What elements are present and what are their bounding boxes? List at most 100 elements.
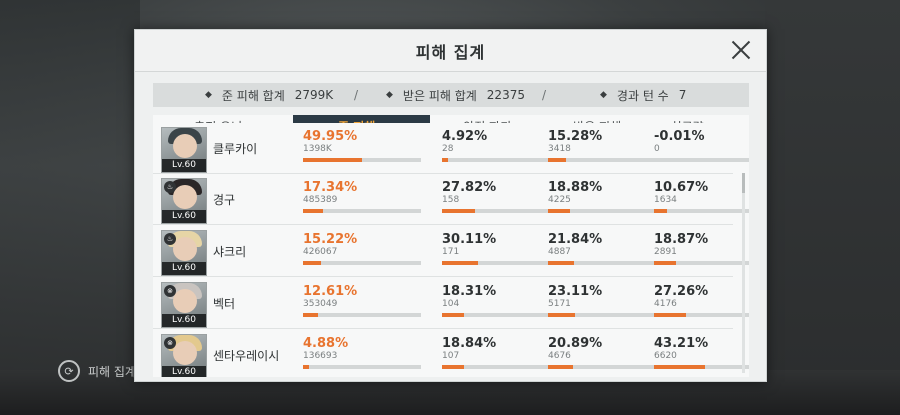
dialog-header: 피해 집계 [135, 30, 766, 72]
cell-heal: -0.01% 0 [654, 129, 749, 162]
cell-stab: 18.84% 107 [442, 336, 560, 369]
unit-name: 클루카이 [213, 142, 258, 156]
progress-fill [303, 365, 309, 369]
summary-turns: ◆ 경과 턴 수 7 [600, 87, 686, 104]
table-row[interactable]: ⊗ Lv.60 벡터 12.61% 353049 18.31% 104 23.11% 5171 2… [153, 278, 749, 329]
stats-table: 출전 유닛⇕ 준 피해⇕ 안정 파괴⇕ 받은 피해⇕ 치료량⇕ Lv.60클루카… [153, 115, 749, 377]
percent-value: 27.26% [654, 284, 709, 299]
unit-name: 벡터 [213, 297, 236, 311]
scrollbar[interactable] [742, 173, 745, 373]
progress-fill [654, 313, 687, 317]
class-icon: ⊗ [164, 285, 176, 297]
table-row[interactable]: Lv.60 클루카이 49.95% 1398K 4.92% 28 15.28% 3418 -0.… [153, 123, 749, 174]
progress-fill [548, 313, 576, 317]
table-row[interactable]: ♨ Lv.60 경구 17.34% 485389 27.82% 158 18.88% 4225 1… [153, 174, 749, 225]
scrollbar-thumb[interactable] [742, 173, 745, 193]
raw-value: 4887 [548, 247, 571, 257]
raw-value: 4676 [548, 351, 571, 361]
percent-value: 17.34% [303, 180, 358, 195]
cell-heal: 27.26% 4176 [654, 284, 749, 317]
raw-value: 104 [442, 299, 460, 309]
percent-value: 27.82% [442, 180, 497, 195]
raw-value: 1398K [303, 144, 332, 154]
level-badge: Lv.60 [162, 159, 206, 172]
avatar-face [173, 134, 197, 158]
cell-taken: 23.11% 5171 [548, 284, 666, 317]
percent-value: 15.22% [303, 232, 358, 247]
raw-value: 28 [442, 144, 454, 154]
summary-taken-value: 22375 [486, 88, 525, 102]
table-row[interactable]: ⊗ Lv.60 센타우레이시 4.88% 136693 18.84% 107 20.89% 46… [153, 330, 749, 377]
raw-value: 171 [442, 247, 460, 257]
progress-fill [548, 365, 573, 369]
percent-value: 30.11% [442, 232, 497, 247]
cell-stab: 4.92% 28 [442, 129, 560, 162]
cell-stab: 30.11% 171 [442, 232, 560, 265]
diamond-icon: ◆ [386, 90, 393, 100]
cell-heal: 43.21% 6620 [654, 336, 749, 369]
percent-value: 10.67% [654, 180, 709, 195]
raw-value: 2891 [654, 247, 677, 257]
avatar-face [173, 341, 197, 365]
cell-dealt: 12.61% 353049 [303, 284, 421, 317]
raw-value: 4225 [548, 195, 571, 205]
raw-value: 353049 [303, 299, 338, 309]
class-icon: ♨ [164, 233, 176, 245]
summary-turns-label: 경과 턴 수 [616, 88, 669, 103]
summary-dealt: ◆ 준 피해 합계 2799K [205, 87, 333, 104]
summary-separator: / [354, 88, 359, 102]
progress-fill [442, 313, 464, 317]
progress-bar [548, 365, 666, 369]
progress-fill [303, 313, 318, 317]
unit-name: 샤크리 [213, 245, 247, 259]
percent-value: 18.84% [442, 336, 497, 351]
progress-bar [654, 261, 749, 265]
refresh-icon: ⟳ [58, 360, 80, 382]
raw-value: 426067 [303, 247, 338, 257]
unit-name: 경구 [213, 193, 236, 207]
progress-fill [654, 209, 667, 213]
summary-dealt-value: 2799K [294, 88, 334, 102]
raw-value: 485389 [303, 195, 338, 205]
level-badge: Lv.60 [162, 210, 206, 223]
cell-taken: 20.89% 4676 [548, 336, 666, 369]
raw-value: 1634 [654, 195, 677, 205]
percent-value: 4.88% [303, 336, 349, 351]
percent-value: 23.11% [548, 284, 603, 299]
cell-stab: 18.31% 104 [442, 284, 560, 317]
level-badge: Lv.60 [162, 366, 206, 377]
progress-bar [303, 365, 421, 369]
background-right [765, 0, 900, 415]
progress-bar [442, 158, 560, 162]
progress-bar [442, 261, 560, 265]
dialog-title: 피해 집계 [415, 42, 486, 62]
diamond-icon: ◆ [600, 90, 607, 100]
summary-separator: / [542, 88, 547, 102]
cell-taken: 18.88% 4225 [548, 180, 666, 213]
cell-heal: 18.87% 2891 [654, 232, 749, 265]
cell-dealt: 49.95% 1398K [303, 129, 421, 162]
background-damage-stats-button[interactable]: ⟳ 피해 집계 [58, 360, 136, 382]
raw-value: 0 [654, 144, 660, 154]
progress-bar [654, 365, 749, 369]
diamond-icon: ◆ [205, 90, 212, 100]
table-row[interactable]: ♨ Lv.60 샤크리 15.22% 426067 30.11% 171 21.84% 4887… [153, 226, 749, 277]
avatar-face [173, 185, 197, 209]
progress-bar [303, 209, 421, 213]
raw-value: 5171 [548, 299, 571, 309]
progress-fill [548, 158, 567, 162]
avatar: Lv.60 [161, 127, 207, 173]
avatar-face [173, 237, 197, 261]
cell-dealt: 17.34% 485389 [303, 180, 421, 213]
damage-stats-dialog: 피해 집계 ◆ 준 피해 합계 2799K / ◆ 받은 피해 합계 22375… [134, 29, 767, 382]
background-left [0, 0, 140, 415]
summary-dealt-label: 준 피해 합계 [221, 88, 285, 103]
raw-value: 158 [442, 195, 460, 205]
close-icon[interactable] [728, 37, 754, 63]
progress-bar [303, 158, 421, 162]
unit-name: 센타우레이시 [213, 349, 280, 363]
progress-bar [548, 158, 666, 162]
percent-value: 18.87% [654, 232, 709, 247]
progress-bar [654, 209, 749, 213]
progress-fill [442, 365, 465, 369]
